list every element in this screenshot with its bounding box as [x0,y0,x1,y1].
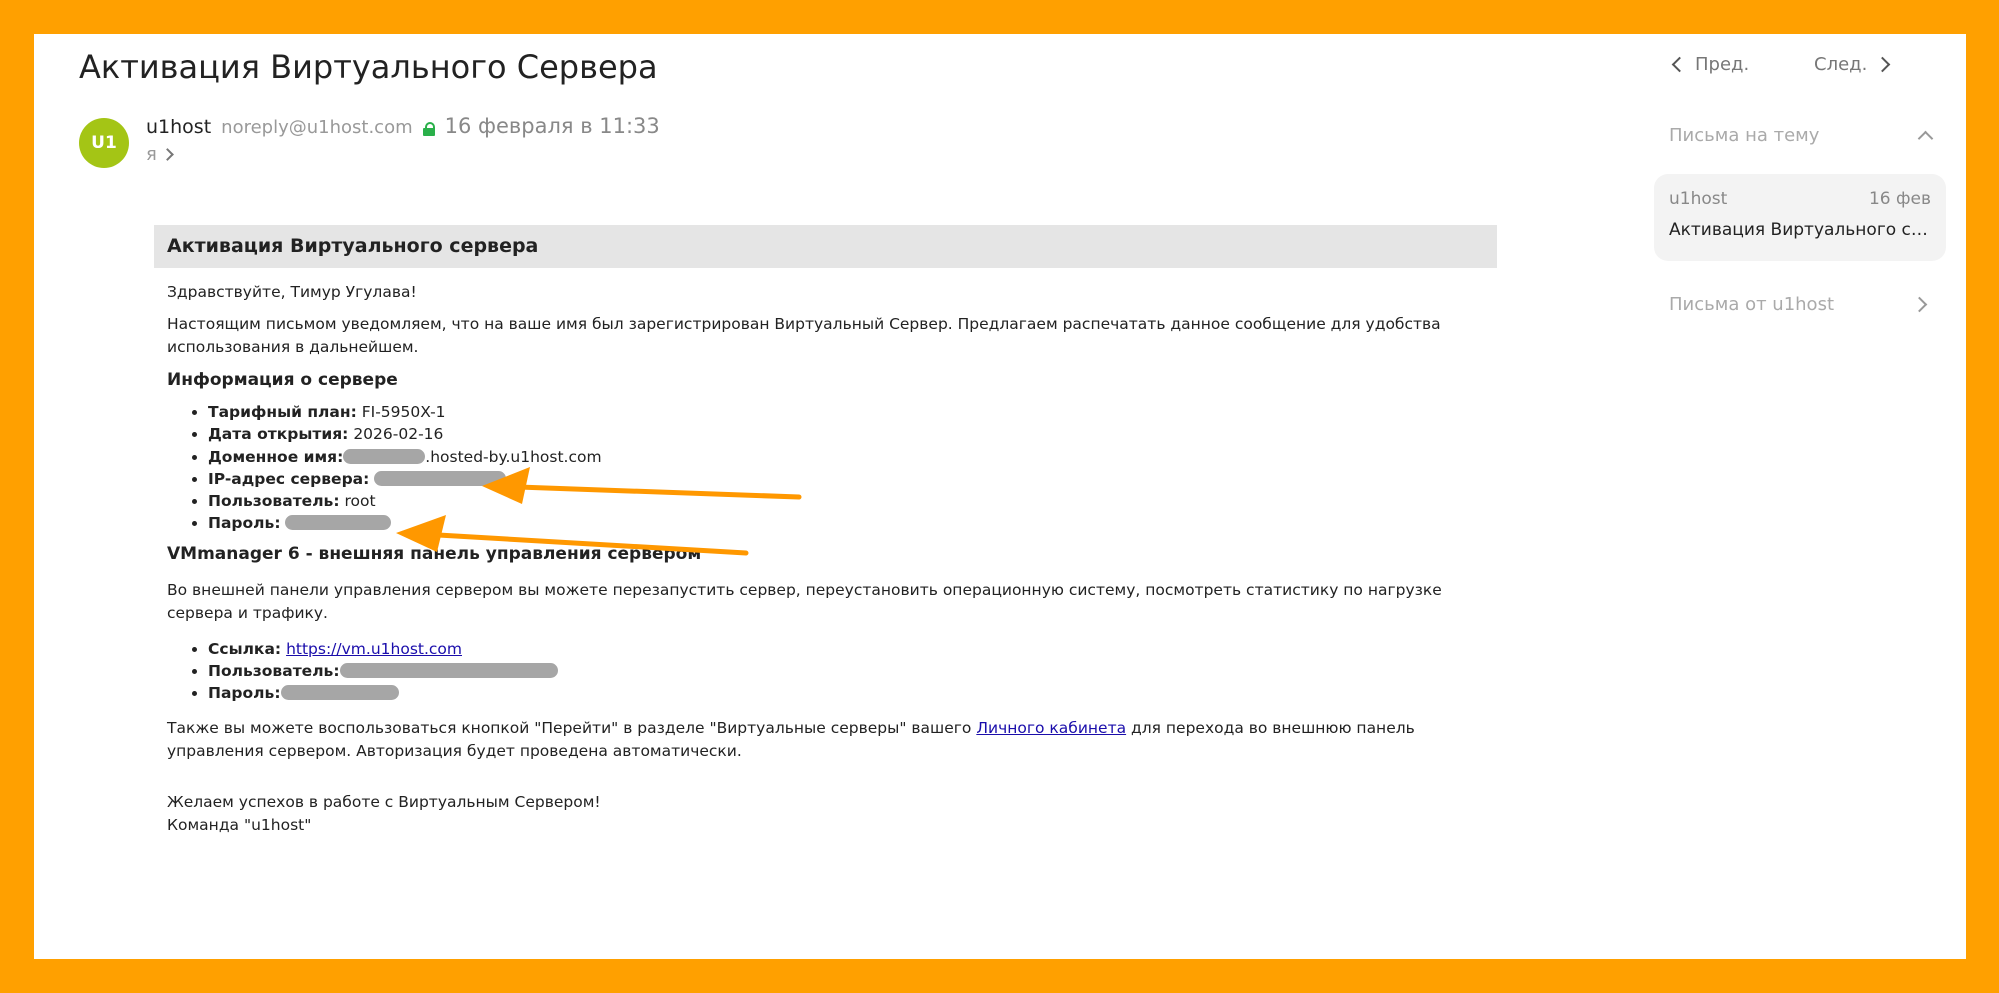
panel-info-list: Ссылка: https://vm.u1host.com Пользовате… [154,638,1497,705]
intro-text: Настоящим письмом уведомляем, что на ваш… [167,315,1441,356]
ip-label: IP-адрес сервера: [208,469,370,488]
thread-header-label: Письма на тему [1669,125,1820,146]
panel-link-label: Ссылка: [208,639,282,658]
also-text-before: Также вы можете воспользоваться кнопкой … [167,718,977,737]
user-value: root [344,492,376,511]
domain-item: Доменное имя: .hosted-by.u1host.com [208,446,1497,468]
from-sender-link[interactable]: Письма от u1host [1669,294,1931,315]
thread-item[interactable]: u1host 16 фев Активация Виртуального сер… [1654,174,1946,261]
user-label: Пользователь: [208,492,340,511]
chevron-right-icon [160,148,174,161]
panel-link-item: Ссылка: https://vm.u1host.com [208,638,1497,660]
also-text: Также вы можете воспользоваться кнопкой … [154,717,1497,763]
redacted-panel-user [339,663,558,679]
recipient-name: я [146,144,157,165]
closing-text: Желаем успехов в работе с Виртуальным Се… [167,792,601,811]
panel-user-item: Пользователь: [208,660,1497,682]
body-header: Активация Виртуального сервера [154,225,1497,268]
message-date: 16 февраля в 11:33 [444,114,660,138]
panel-password-item: Пароль: [208,682,1497,704]
thread-header-toggle[interactable]: Письма на тему [1669,125,1934,147]
personal-cabinet-link[interactable]: Личного кабинета [976,719,1126,737]
sender-avatar[interactable]: U1 [79,118,129,168]
next-message-button[interactable]: След. [1814,54,1891,75]
server-info-title: Информация о сервере [167,370,398,390]
greeting: Здравствуйте, Тимур Угулава! [167,283,417,301]
lock-icon [422,122,435,136]
from-sender-label: Письма от u1host [1669,294,1835,315]
thread-item-from: u1host [1669,189,1728,209]
chevron-right-icon [1911,296,1928,313]
thread-item-subject: Активация Виртуального сервера [1669,220,1931,240]
panel-description: Во внешней панели управления сервером вы… [167,580,1442,622]
password-label: Пароль: [208,514,281,533]
mail-window: Активация Виртуального Сервера U1 u1host… [34,34,1966,959]
next-label: След. [1814,54,1868,75]
open-date-item: Дата открытия: 2026-02-16 [208,423,1497,445]
panel-password-label: Пароль: [208,684,281,703]
prev-message-button[interactable]: Пред. [1671,54,1750,75]
sender-email[interactable]: noreply@u1host.com [221,117,412,138]
redacted-domain [343,448,426,464]
recipient-toggle[interactable]: я [146,144,174,165]
redacted-panel-password [280,685,399,701]
panel-user-label: Пользователь: [208,662,340,681]
vmmanager-link[interactable]: https://vm.u1host.com [286,640,462,658]
plan-label: Тарифный план: [208,403,357,421]
panel-title: VMmanager 6 - внешняя панель управления … [167,543,702,564]
thread-sidebar: Пред. След. Письма на тему u1host 16 фев… [1624,34,1966,959]
redacted-ip [374,470,507,486]
signature: Команда "u1host" [167,815,312,834]
chevron-right-icon [1875,56,1891,73]
open-date-label: Дата открытия: [208,425,349,444]
open-date-value: 2026-02-16 [353,425,444,444]
server-info-list: Тарифный план: FI-5950X-1 Дата открытия:… [154,401,1497,535]
ip-item: IP-адрес сервера: [208,468,1497,490]
chevron-left-icon [1671,56,1688,73]
user-item: Пользователь: root [208,490,1497,512]
sender-name[interactable]: u1host [146,116,211,138]
plan-value: FI-5950X-1 [361,403,446,421]
prev-label: Пред. [1695,54,1750,75]
plan-item: Тарифный план: FI-5950X-1 [208,401,1497,423]
message-body: Активация Виртуального сервера Здравству… [154,225,1497,837]
domain-label: Доменное имя: [208,447,344,466]
chevron-up-icon [1917,130,1934,147]
password-item: Пароль: [208,512,1497,534]
thread-item-date: 16 фев [1868,189,1931,209]
message-title: Активация Виртуального Сервера [79,48,658,86]
sender-line: u1host noreply@u1host.com 16 февраля в 1… [146,114,660,144]
redacted-password [285,515,392,531]
domain-suffix: .hosted-by.u1host.com [425,447,602,466]
